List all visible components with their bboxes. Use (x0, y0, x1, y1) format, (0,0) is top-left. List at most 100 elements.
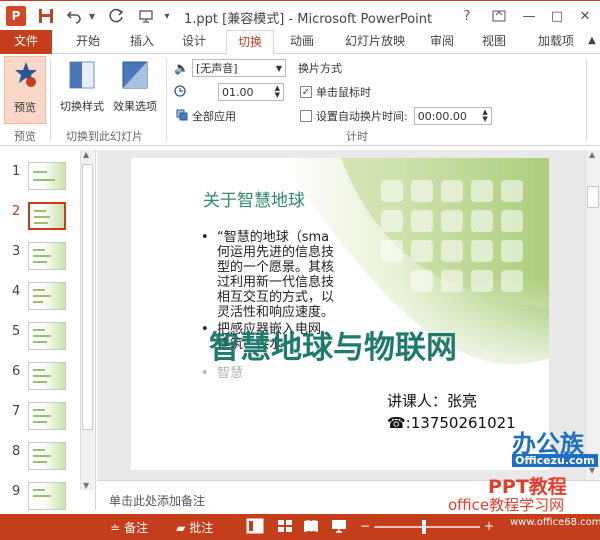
scroll-up-icon[interactable]: ▲ (83, 150, 89, 159)
zoom-slider[interactable] (374, 526, 480, 528)
editor-scroll-thumb[interactable] (587, 186, 599, 208)
redo-icon[interactable] (106, 6, 126, 26)
tab-addins[interactable]: 加载项 (528, 30, 584, 54)
start-slideshow-icon[interactable] (136, 6, 156, 26)
slide-thumbnail-6[interactable] (28, 362, 66, 390)
lecturer-text: 讲课人：张亮 (387, 392, 478, 410)
tab-insert[interactable]: 插入 (120, 30, 164, 54)
customize-quick-access-icon[interactable]: ▾ (160, 6, 174, 26)
transition-style-label: 切换样式 (60, 100, 104, 113)
spinner-arrows-icon: ▲ ▼ (482, 108, 488, 123)
on-click-option[interactable]: ✓ 单击鼠标时 (300, 82, 371, 102)
after-time-spinner[interactable]: 00:00.00 ▲ ▼ (413, 107, 492, 125)
slide-thumbnail-4[interactable] (28, 282, 66, 310)
title-bar: P ▼ ▾ 1.ppt [兼容模式] - Microsoft PowerPoin… (0, 0, 600, 30)
after-time-label: 设置自动换片时间: (316, 110, 408, 123)
apply-all-button[interactable]: 全部应用 (176, 106, 236, 126)
reading-view-icon (304, 520, 318, 532)
apply-all-label: 全部应用 (192, 110, 236, 123)
comments-toggle-button[interactable]: ▰ 批注 (176, 519, 213, 536)
normal-view-icon (246, 518, 264, 534)
thumbnail-number: 4 (12, 284, 21, 299)
duration-row: 01.00 ▲ ▼ (174, 82, 284, 102)
notes-toggle-button[interactable]: ≐ 备注 (110, 519, 148, 536)
powerpoint-app-icon[interactable]: P (6, 6, 26, 26)
close-button[interactable]: ✕ (572, 5, 598, 27)
reading-view-button[interactable] (302, 518, 320, 534)
slide-thumbnail-3[interactable] (28, 242, 66, 270)
maximize-button[interactable]: □ (544, 5, 570, 27)
tab-design[interactable]: 设计 (172, 30, 216, 54)
clock-icon (174, 84, 192, 100)
preview-label: 预览 (14, 101, 36, 114)
sound-select[interactable]: [无声音] ▼ (192, 59, 286, 77)
thumbnail-number: 5 (12, 324, 21, 339)
comments-toggle-label: 批注 (189, 521, 214, 535)
bullet-1-line: 何运用先进的信息技 (217, 245, 335, 260)
thumbnail-number: 6 (12, 364, 21, 379)
transition-style-button[interactable]: 切换样式 (56, 56, 108, 124)
zoom-out-button[interactable]: − (360, 519, 370, 533)
tab-home[interactable]: 开始 (66, 30, 110, 54)
help-button[interactable]: ? (454, 5, 480, 27)
scroll-down-icon[interactable]: ▼ (83, 481, 89, 490)
tab-review[interactable]: 审阅 (420, 30, 464, 54)
group-separator (166, 58, 167, 142)
minimize-button[interactable]: — (516, 5, 542, 27)
after-time-checkbox[interactable] (300, 110, 312, 122)
slide-title: 关于智慧地球 (203, 191, 305, 211)
zoom-slider-thumb[interactable] (422, 520, 426, 534)
group-label-preview: 预览 (14, 130, 36, 143)
thumbnail-scrollbar[interactable]: ▲ ▼ (80, 150, 94, 490)
slideshow-view-icon (332, 520, 346, 533)
slideshow-view-button[interactable] (330, 518, 348, 534)
tab-transitions[interactable]: 切换 (226, 30, 274, 55)
transition-style-icon (69, 61, 95, 89)
preview-button[interactable]: 预览 (4, 56, 46, 124)
spinner-arrows-icon: ▲ ▼ (274, 84, 280, 99)
group-separator (50, 58, 51, 142)
tab-slideshow[interactable]: 幻灯片放映 (336, 30, 414, 54)
thumbnail-number: 3 (12, 244, 21, 259)
slide-thumbnail-9[interactable] (28, 482, 66, 510)
scroll-up-icon[interactable]: ▲ (589, 150, 595, 159)
undo-icon[interactable] (64, 6, 84, 26)
after-time-option[interactable]: 设置自动换片时间: 00:00.00 ▲ ▼ (300, 106, 492, 126)
tab-animations[interactable]: 动画 (280, 30, 324, 54)
chevron-down-icon: ▼ (275, 63, 282, 73)
ribbon-tabs: 文件 开始 插入 设计 切换 动画 幻灯片放映 审阅 视图 加载项 ▲ (0, 30, 600, 55)
group-separator (586, 58, 587, 142)
normal-view-button[interactable] (246, 518, 264, 534)
tab-file[interactable]: 文件 (0, 30, 52, 54)
thumbnail-scroll-thumb[interactable] (82, 164, 93, 430)
bullet-1-line: 相互交互的方式，以 (217, 290, 335, 305)
effect-options-icon (122, 61, 148, 89)
slide-thumbnail-7[interactable] (28, 402, 66, 430)
ribbon-display-options-icon[interactable] (486, 5, 512, 27)
slide-thumbnail-2[interactable] (28, 202, 66, 230)
save-icon[interactable] (36, 6, 56, 26)
current-slide[interactable]: 关于智慧地球 • “智慧的地球（sma 何运用先进的信息技 型的一个愿景。其核 … (131, 158, 549, 470)
slide-thumbnail-8[interactable] (28, 442, 66, 470)
slide-thumbnail-5[interactable] (28, 322, 66, 350)
slide-thumbnail-1[interactable] (28, 162, 66, 190)
next-slide-icon[interactable]: ▼ (589, 466, 595, 475)
watermark-logo-site: Officezu.com (512, 454, 598, 467)
overlay-title: 智慧地球与物联网 (209, 330, 457, 366)
bullet-1-line: “智慧的地球（sma (217, 230, 330, 245)
after-time-value: 00:00.00 (417, 109, 467, 123)
duration-value: 01.00 (222, 85, 254, 99)
bullet-1-line: 过利用新一代信息技 (217, 275, 335, 290)
slide-sorter-button[interactable] (276, 518, 294, 534)
collapse-ribbon-icon[interactable]: ▲ (584, 30, 600, 54)
effect-options-button[interactable]: 效果选项 (108, 56, 162, 124)
on-click-checkbox[interactable]: ✓ (300, 86, 312, 98)
thumbnail-number: 7 (12, 404, 21, 419)
bullet-3-fragment: 智慧 (217, 366, 244, 381)
duration-spinner[interactable]: 01.00 ▲ ▼ (218, 83, 284, 101)
undo-dropdown-icon[interactable]: ▼ (86, 6, 98, 26)
zoom-in-button[interactable]: + (484, 519, 494, 533)
tab-view[interactable]: 视图 (472, 30, 516, 54)
watermark-url: www.office68.com (510, 517, 600, 528)
editor-scrollbar[interactable]: ▲ ▲ ▼ (585, 150, 600, 480)
